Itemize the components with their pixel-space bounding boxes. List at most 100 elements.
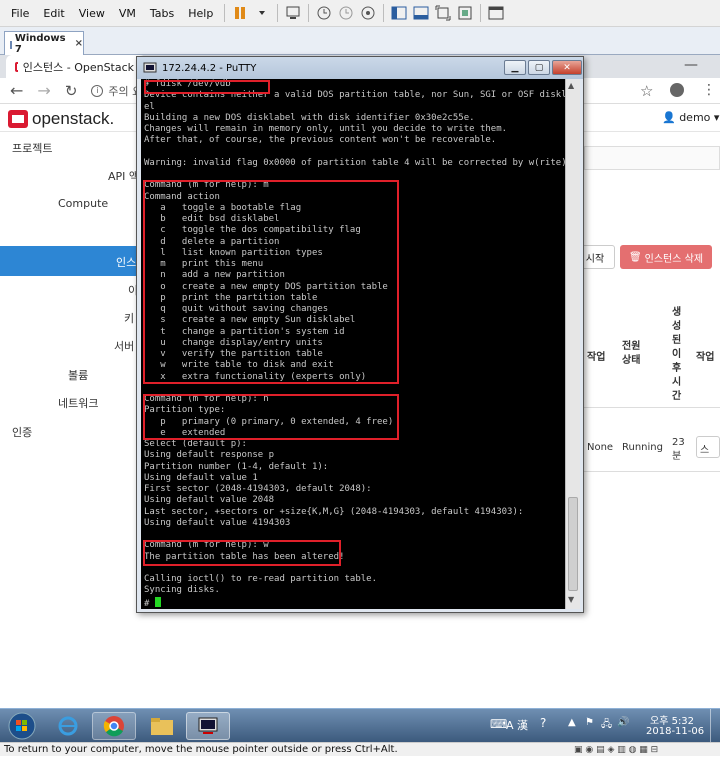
- menu-vm[interactable]: VM: [112, 7, 143, 20]
- sidebar-identity[interactable]: 인증: [12, 424, 32, 440]
- terminal[interactable]: # fdisk /dev/vdb Device contains neither …: [141, 79, 565, 609]
- scroll-thumb[interactable]: [568, 497, 578, 591]
- thumbnail-icon[interactable]: [410, 3, 432, 23]
- putty-window[interactable]: 172.24.4.2 - PuTTY ▁ ▢ ✕ # fdisk /dev/vd…: [136, 56, 584, 613]
- terminal-line: Device contains neither a valid DOS part…: [144, 90, 565, 101]
- taskbar-putty[interactable]: [186, 712, 230, 740]
- scrollbar[interactable]: ▲ ▼: [565, 79, 580, 609]
- home-icon: [10, 40, 12, 49]
- network-icon[interactable]: 🖧: [601, 717, 612, 734]
- user-icon: 👤: [662, 111, 676, 124]
- user-menu[interactable]: 👤 demo ▾: [662, 111, 719, 124]
- scroll-down-icon[interactable]: ▼: [568, 595, 578, 605]
- bookmark-star-icon[interactable]: ☆: [640, 82, 653, 100]
- close-icon[interactable]: ×: [75, 38, 83, 49]
- start-button-label: 시작: [585, 253, 605, 265]
- delete-instance-button[interactable]: 🗑 인스턴스 삭제: [620, 245, 712, 269]
- reload-icon[interactable]: ↻: [65, 82, 78, 100]
- menu-edit[interactable]: Edit: [36, 7, 71, 20]
- vm-tab[interactable]: Windows 7 ×: [4, 31, 84, 55]
- taskbar-chrome[interactable]: [92, 712, 136, 740]
- snapshot-icon[interactable]: [313, 3, 335, 23]
- terminal-line: Using default value 1: [144, 472, 258, 483]
- unity-icon[interactable]: [454, 3, 476, 23]
- terminal-line: Using default value 2048: [144, 495, 275, 506]
- menu-tabs[interactable]: Tabs: [143, 7, 181, 20]
- help-icon[interactable]: ?: [540, 716, 546, 730]
- filter-field[interactable]: [584, 146, 720, 170]
- row-task: None: [587, 442, 614, 453]
- action-center-icon[interactable]: ⚑: [585, 717, 594, 728]
- show-library-icon[interactable]: [388, 3, 410, 23]
- sidebar-item-label: 인스: [116, 256, 137, 269]
- maximize-button[interactable]: ▢: [528, 60, 550, 75]
- sidebar-project[interactable]: 프로젝트: [12, 140, 52, 156]
- tray-arrow-icon[interactable]: ▲: [568, 717, 576, 728]
- pause-icon[interactable]: [229, 3, 251, 23]
- forward-icon[interactable]: →: [37, 81, 50, 100]
- keyboard-icon[interactable]: ⌨: [490, 717, 507, 731]
- menu-dots-icon[interactable]: ⋮: [702, 82, 716, 98]
- terminal-line: s create a new empty Sun disklabel: [144, 315, 356, 326]
- account-icon[interactable]: [670, 83, 684, 97]
- device-icons[interactable]: ▣ ◉ ▤ ◈ ▥ ◍ ▦ ⊟: [574, 744, 658, 757]
- openstack-logo-icon: [8, 110, 28, 128]
- terminal-line: Command action: [144, 191, 220, 202]
- minimize-icon[interactable]: —: [684, 57, 698, 73]
- taskbar-explorer[interactable]: [140, 712, 184, 740]
- terminal-line: Changes will remain in memory only, unti…: [144, 124, 508, 134]
- terminal-line: The partition table has been altered!: [144, 551, 345, 562]
- terminal-line: Command (m for help): w: [144, 540, 269, 551]
- terminal-line: Using default response p: [144, 450, 275, 461]
- scroll-up-icon[interactable]: ▲: [568, 81, 578, 91]
- windows-logo-icon: [8, 712, 36, 740]
- send-keys-icon[interactable]: [282, 3, 304, 23]
- show-desktop-button[interactable]: [710, 709, 720, 743]
- ime-indicator[interactable]: A 漢: [506, 717, 528, 733]
- dropdown-icon[interactable]: [251, 3, 273, 23]
- volume-icon[interactable]: 🔊: [617, 717, 629, 728]
- minimize-button[interactable]: ▁: [504, 60, 526, 75]
- terminal-line: Syncing disks.: [144, 585, 220, 596]
- menu-view[interactable]: View: [72, 7, 112, 20]
- start-button[interactable]: [4, 712, 40, 740]
- close-button[interactable]: ✕: [552, 60, 582, 75]
- snapshot-manager-icon[interactable]: [357, 3, 379, 23]
- sidebar-network[interactable]: 네트워크: [58, 395, 98, 411]
- sidebar-volume[interactable]: 볼륨: [68, 367, 88, 383]
- terminal-line: Using default value 4194303: [144, 517, 291, 528]
- terminal-line: d delete a partition: [144, 236, 280, 247]
- col-task[interactable]: 작업: [587, 348, 605, 363]
- terminal-line: Command (m for help): n: [144, 394, 269, 404]
- menu-help[interactable]: Help: [181, 7, 220, 20]
- clock-time[interactable]: 오후 5:32: [650, 712, 694, 727]
- openstack-logo[interactable]: openstack.: [8, 109, 114, 129]
- terminal-line: t change a partition's system id: [144, 326, 345, 337]
- col-age[interactable]: 생성된 이후 시간: [672, 306, 684, 404]
- sidebar-compute[interactable]: Compute: [58, 197, 108, 210]
- revert-snapshot-icon[interactable]: [335, 3, 357, 23]
- logo-text: openstack.: [32, 109, 115, 128]
- col-power-state[interactable]: 전원 상태: [622, 340, 652, 368]
- menu-file[interactable]: File: [4, 7, 36, 20]
- console-view-icon[interactable]: [485, 3, 507, 23]
- sidebar-server-groups[interactable]: 서버: [114, 338, 134, 354]
- sidebar-keypairs[interactable]: 키: [124, 310, 134, 326]
- browser-tab[interactable]: 인스턴스 - OpenStack D: [6, 55, 146, 78]
- back-icon[interactable]: ←: [10, 81, 23, 100]
- row-age: 23 분: [672, 437, 685, 462]
- putty-icon: [143, 62, 157, 73]
- terminal-line: Select (default p):: [144, 439, 247, 449]
- taskbar-ie[interactable]: [46, 712, 90, 740]
- snapshot-button[interactable]: 스냅: [696, 436, 720, 458]
- terminal-line: n add a new partition: [144, 270, 285, 281]
- separator: [224, 4, 226, 22]
- clock-date[interactable]: 2018-11-06: [646, 726, 704, 737]
- col-actions[interactable]: 작업: [696, 348, 714, 363]
- vmware-statusbar: To return to your computer, move the mou…: [0, 742, 720, 756]
- sidebar-api[interactable]: API 액: [108, 168, 139, 184]
- fullscreen-icon[interactable]: [432, 3, 454, 23]
- openstack-favicon-icon: [15, 61, 18, 72]
